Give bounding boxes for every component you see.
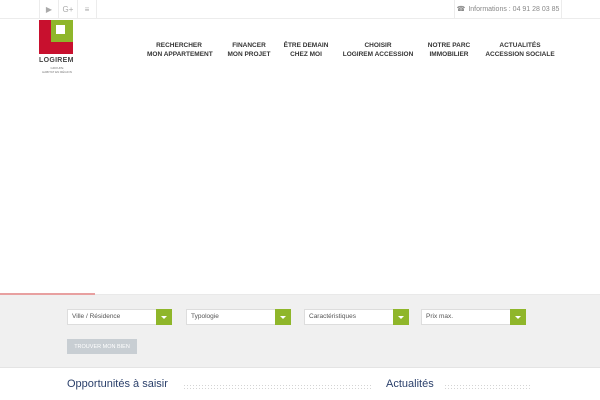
nav-item-actualites[interactable]: ACTUALITÉS ACCESSION SOCIALE	[484, 41, 556, 59]
nav-item-choisir[interactable]: CHOISIR LOGIREM ACCESSION	[341, 41, 415, 59]
section-divider-left	[183, 384, 373, 389]
section-title-actualites: Actualités	[386, 378, 434, 390]
rss-icon[interactable]: ≡	[77, 0, 97, 18]
search-button[interactable]: TROUVER MON BIEN	[67, 339, 137, 354]
ville-select-label: Ville / Résidence	[72, 313, 121, 320]
typologie-select-label: Typologie	[191, 313, 219, 320]
phone-icon: ☎	[456, 6, 466, 13]
chevron-down-icon	[275, 309, 291, 325]
main-nav: RECHERCHER MON APPARTEMENT FINANCER MON …	[0, 41, 600, 61]
caracteristiques-select-label: Caractéristiques	[309, 313, 356, 320]
youtube-icon[interactable]: ▶	[39, 0, 58, 18]
caracteristiques-select[interactable]: Caractéristiques	[304, 309, 409, 325]
prix-max-select[interactable]: Prix max.	[421, 309, 526, 325]
typologie-select[interactable]: Typologie	[186, 309, 291, 325]
logo-subtitle-2: HABITAT EN RÉGION	[42, 70, 72, 74]
section-title-opportunites: Opportunités à saisir	[67, 378, 168, 390]
google-plus-icon[interactable]: G+	[58, 0, 77, 18]
nav-item-financer[interactable]: FINANCER MON PROJET	[224, 41, 274, 59]
top-bar: ▶ G+ ≡ ☎ Informations : 04 91 28 03 85	[0, 0, 600, 19]
chevron-down-icon	[393, 309, 409, 325]
chevron-down-icon	[156, 309, 172, 325]
nav-item-etre-demain[interactable]: ÊTRE DEMAIN CHEZ MOI	[280, 41, 332, 59]
nav-item-rechercher[interactable]: RECHERCHER MON APPARTEMENT	[147, 41, 213, 59]
nav-item-notre-parc[interactable]: NOTRE PARC IMMOBILIER	[424, 41, 474, 59]
info-phone-text: Informations : 04 91 28 03 85	[468, 5, 560, 13]
section-divider-right	[444, 384, 530, 389]
social-links: ▶ G+ ≡	[39, 0, 97, 18]
info-phone[interactable]: ☎ Informations : 04 91 28 03 85	[454, 0, 562, 18]
search-panel: Ville / Résidence Typologie Caractéristi…	[0, 295, 600, 368]
ville-select[interactable]: Ville / Résidence	[67, 309, 172, 325]
chevron-down-icon	[510, 309, 526, 325]
prix-max-select-label: Prix max.	[426, 313, 454, 320]
